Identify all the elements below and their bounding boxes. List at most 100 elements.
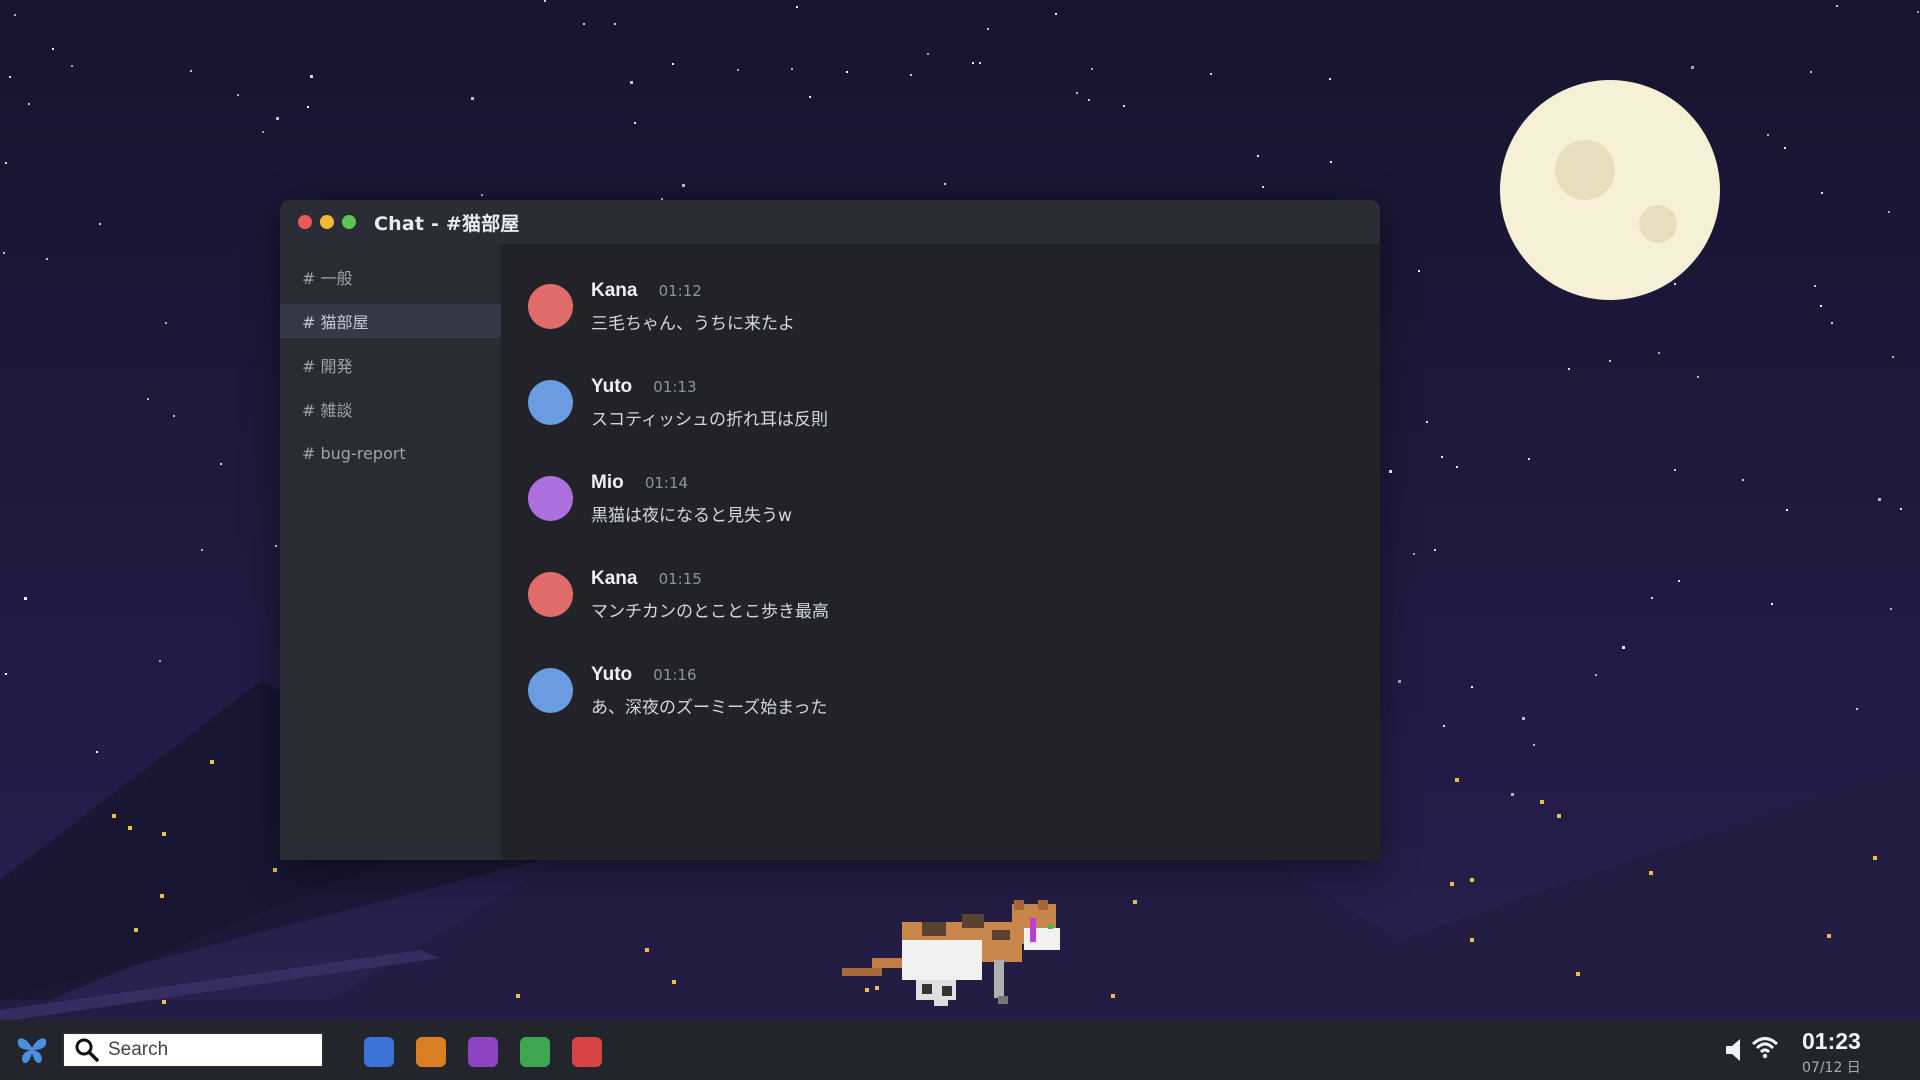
message-username[interactable]: Kana [591, 568, 637, 589]
wifi-icon[interactable] [1750, 1034, 1780, 1060]
firefly [1576, 972, 1580, 976]
firefly [162, 832, 166, 836]
star [1878, 498, 1881, 501]
star [1091, 68, 1093, 70]
star [1810, 71, 1812, 73]
star [310, 75, 313, 78]
firefly [112, 814, 116, 818]
star [1892, 356, 1894, 358]
message-username[interactable]: Yuto [591, 376, 632, 397]
avatar[interactable] [528, 284, 573, 329]
taskbar-app-red[interactable] [572, 1037, 602, 1067]
star [1674, 469, 1676, 471]
avatar[interactable] [528, 380, 573, 425]
star [796, 6, 798, 8]
star [96, 751, 98, 753]
channel-label: # 一般 [302, 269, 353, 288]
taskbar-search[interactable] [62, 1032, 324, 1068]
taskbar-app-blue[interactable] [364, 1037, 394, 1067]
star [791, 68, 793, 70]
star [737, 69, 739, 71]
star [1257, 155, 1259, 157]
firefly [1470, 878, 1474, 882]
star [9, 76, 11, 78]
moon [1500, 80, 1720, 300]
chat-window[interactable]: Chat - #猫部屋 # 一般 # 猫部屋 # 開発 # 雑談 # bug-r… [280, 200, 1380, 860]
channel-item-kaihatsu[interactable]: # 開発 [280, 348, 501, 382]
star [159, 660, 161, 662]
star [28, 103, 30, 105]
star [1786, 509, 1788, 511]
firefly [162, 1000, 166, 1004]
star [1076, 92, 1078, 94]
star [1900, 508, 1902, 510]
star [1622, 646, 1625, 649]
firefly [160, 894, 164, 898]
butterfly-icon[interactable] [14, 1034, 50, 1066]
message-timestamp: 01:12 [658, 282, 702, 300]
taskbar-app-purple[interactable] [468, 1037, 498, 1067]
star [614, 23, 616, 25]
star [307, 106, 309, 108]
star [275, 545, 277, 547]
star [1609, 360, 1611, 362]
clock-time[interactable]: 01:23 [1802, 1028, 1861, 1055]
avatar[interactable] [528, 572, 573, 617]
star [5, 673, 7, 675]
star [1533, 744, 1535, 746]
taskbar-app-green[interactable] [520, 1037, 550, 1067]
star [1856, 708, 1858, 710]
clock-date: 07/12 日 [1802, 1060, 1861, 1076]
star [471, 97, 474, 100]
taskbar-app-orange[interactable] [416, 1037, 446, 1067]
search-input[interactable] [106, 1038, 310, 1062]
firefly [672, 980, 676, 984]
star [1456, 466, 1458, 468]
star [634, 122, 636, 124]
star [71, 65, 73, 67]
channel-label: # 雑談 [302, 401, 353, 420]
channel-item-general[interactable]: # 一般 [280, 260, 501, 294]
star [1443, 725, 1445, 727]
firefly [865, 988, 869, 992]
star [1123, 105, 1125, 107]
avatar[interactable] [528, 668, 573, 713]
desktop: Chat - #猫部屋 # 一般 # 猫部屋 # 開発 # 雑談 # bug-r… [0, 0, 1920, 1080]
star [1210, 73, 1212, 75]
star [173, 415, 175, 417]
message-text: あ、深夜のズーミーズ始まった [591, 698, 828, 718]
star [1771, 603, 1773, 605]
channel-item-zatsudan[interactable]: # 雑談 [280, 392, 501, 426]
star [846, 71, 848, 73]
star [1088, 99, 1090, 101]
message-username[interactable]: Yuto [591, 664, 632, 685]
message-list: Kana 01:12 三毛ちゃん、うちに来たよ Yuto 01:13 スコティッ… [501, 244, 1380, 860]
star [262, 131, 264, 133]
channel-item-neko-beya[interactable]: # 猫部屋 [280, 304, 501, 338]
star [481, 194, 483, 196]
star [1434, 549, 1436, 551]
volume-icon[interactable] [1724, 1036, 1748, 1064]
firefly [128, 826, 132, 830]
minimize-window-button[interactable] [320, 215, 334, 229]
channel-label: # 開発 [302, 357, 353, 376]
firefly [645, 948, 649, 952]
star [944, 183, 946, 185]
firefly [1873, 856, 1877, 860]
message-timestamp: 01:16 [653, 666, 697, 684]
star [1471, 686, 1473, 688]
close-window-button[interactable] [298, 215, 312, 229]
star [1651, 597, 1653, 599]
star [276, 117, 279, 120]
maximize-window-button[interactable] [342, 215, 356, 229]
firefly [1133, 900, 1137, 904]
message-username[interactable]: Mio [591, 472, 624, 493]
firefly [1111, 994, 1115, 998]
message-username[interactable]: Kana [591, 280, 637, 301]
star [1890, 608, 1892, 610]
channel-item-bug-report[interactable]: # bug-report [280, 436, 501, 470]
window-titlebar[interactable]: Chat - #猫部屋 [280, 200, 1380, 244]
star [1742, 479, 1744, 481]
avatar[interactable] [528, 476, 573, 521]
firefly [1470, 938, 1474, 942]
